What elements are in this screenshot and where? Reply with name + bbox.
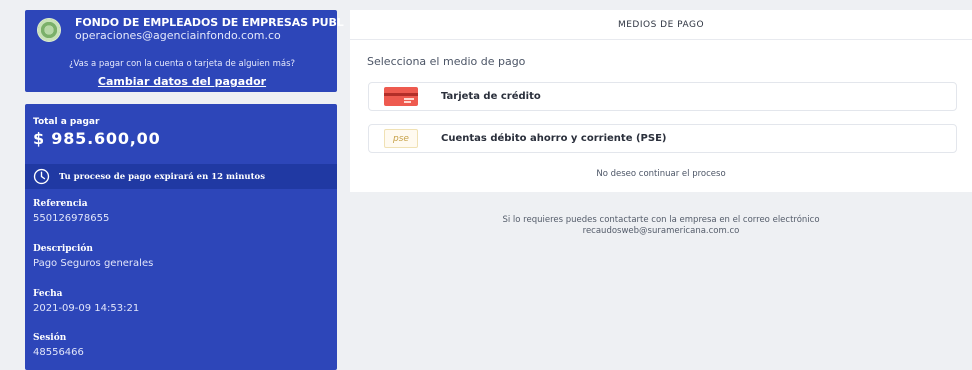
description-label: Descripción (33, 244, 93, 254)
credit-card-option[interactable]: Tarjeta de crédito (368, 82, 957, 111)
description-field: Descripción Pago Seguros generales (33, 244, 153, 269)
payment-methods-panel: MEDIOS DE PAGO Selecciona el medio de pa… (350, 10, 972, 192)
session-value: 48556466 (33, 347, 84, 358)
company-logo (37, 18, 61, 42)
contact-email: recaudosweb@suramericana.com.co (582, 226, 740, 236)
session-label: Sesión (33, 333, 67, 343)
cancel-process-link[interactable]: No deseo continuar el proceso (350, 169, 972, 179)
change-payer-link[interactable]: Cambiar datos del pagador (37, 75, 327, 88)
contact-info: Si lo requieres puedes contactarte con l… (350, 215, 972, 237)
expiration-notice: Tu proceso de pago expirará en 12 minuto… (25, 164, 337, 189)
pse-option[interactable]: pse Cuentas débito ahorro y corriente (P… (368, 124, 957, 153)
session-field: Sesión 48556466 (33, 333, 84, 358)
credit-card-icon (384, 87, 418, 106)
date-label: Fecha (33, 289, 63, 299)
company-header: FONDO DE EMPLEADOS DE EMPRESAS PUBL oper… (37, 16, 344, 48)
reference-label: Referencia (33, 199, 88, 209)
date-value: 2021-09-09 14:53:21 (33, 303, 140, 314)
reference-value: 550126978655 (33, 213, 110, 224)
panel-title: MEDIOS DE PAGO (350, 10, 972, 40)
expiration-text: Tu proceso de pago expirará en 12 minuto… (59, 171, 265, 182)
company-info: FONDO DE EMPLEADOS DE EMPRESAS PUBL oper… (75, 16, 344, 42)
payer-card: FONDO DE EMPLEADOS DE EMPRESAS PUBL oper… (25, 10, 344, 92)
payer-section: FONDO DE EMPLEADOS DE EMPRESAS PUBL oper… (25, 10, 344, 92)
pse-label: Cuentas débito ahorro y corriente (PSE) (441, 133, 667, 144)
company-name: FONDO DE EMPLEADOS DE EMPRESAS PUBL (75, 16, 344, 29)
select-prompt: Selecciona el medio de pago (367, 55, 526, 68)
payment-summary: Total a pagar $ 985.600,00 Tu proceso de… (25, 104, 337, 370)
credit-card-label: Tarjeta de crédito (441, 91, 541, 102)
reference-field: Referencia 550126978655 (33, 199, 109, 224)
pse-icon: pse (384, 129, 418, 148)
total-amount: $ 985.600,00 (33, 129, 161, 148)
total-label: Total a pagar (33, 117, 100, 127)
clock-icon (33, 168, 50, 185)
payer-question: ¿Vas a pagar con la cuenta o tarjeta de … (68, 59, 296, 69)
description-value: Pago Seguros generales (33, 258, 154, 269)
company-email: operaciones@agenciainfondo.com.co (75, 29, 281, 42)
contact-line: Si lo requieres puedes contactarte con l… (502, 215, 820, 225)
date-field: Fecha 2021-09-09 14:53:21 (33, 289, 139, 314)
